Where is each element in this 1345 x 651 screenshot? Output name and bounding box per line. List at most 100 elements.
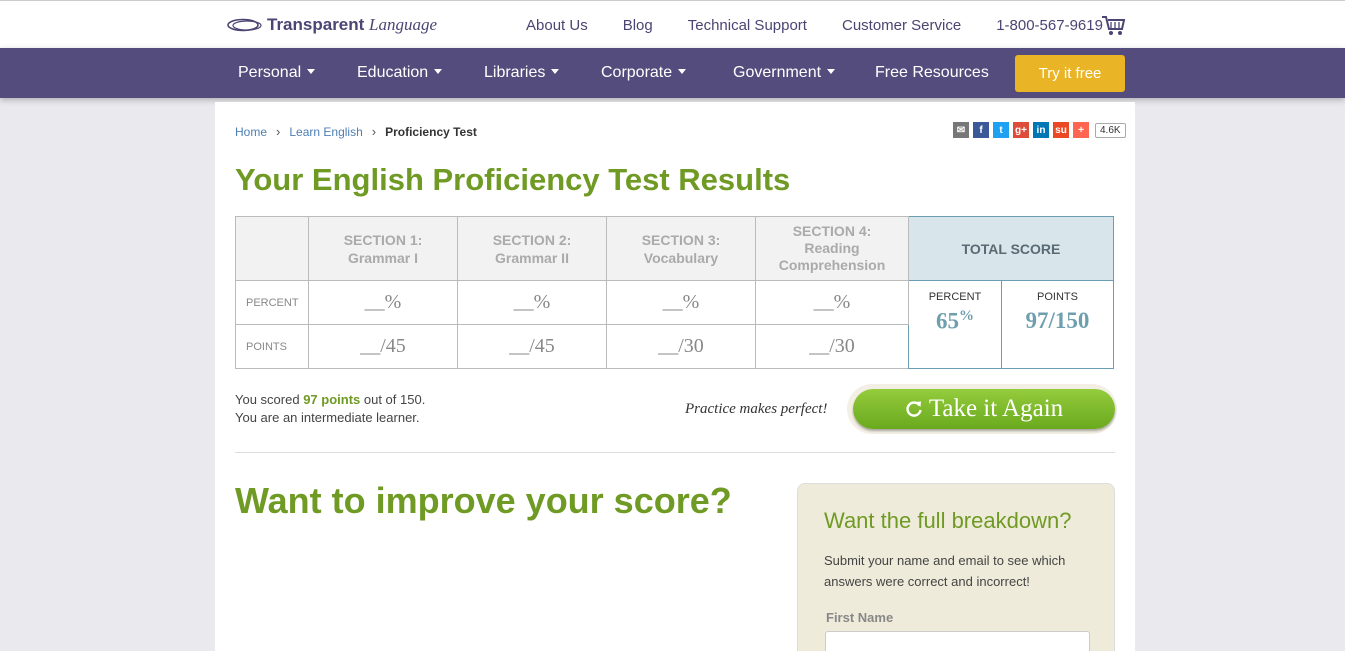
try-it-free-button[interactable]: Try it free: [1015, 55, 1125, 92]
section-4-title: SECTION 4:: [792, 223, 872, 239]
section-2-header: SECTION 2: Grammar II: [457, 216, 607, 281]
breakdown-panel: Want the full breakdown? Submit your nam…: [797, 483, 1115, 651]
more-icon[interactable]: +: [1073, 122, 1089, 138]
section-4-name: Reading: [804, 240, 860, 256]
google-plus-icon[interactable]: g+: [1013, 122, 1029, 138]
first-name-label: First Name: [826, 610, 894, 625]
section-2-percent: __%: [457, 280, 607, 325]
chevron-down-icon: [678, 69, 687, 74]
take-again-label: Take it Again: [928, 395, 1064, 422]
improve-heading: Want to improve your score?: [235, 480, 732, 521]
take-again-wrapper: Take it Again: [847, 384, 1117, 434]
logo-bold: Transparent: [267, 15, 365, 34]
score-points: 97 points: [303, 392, 361, 407]
facebook-icon[interactable]: f: [973, 122, 989, 138]
nav-corporate-label: Corporate: [601, 64, 673, 81]
breadcrumb-separator-icon: ›: [371, 124, 377, 139]
breadcrumb-learn-english[interactable]: Learn English: [289, 125, 362, 139]
refresh-icon: [906, 401, 922, 417]
email-icon[interactable]: ✉: [953, 122, 969, 138]
section-3-points: __/30: [606, 324, 756, 369]
nav-personal[interactable]: Personal: [238, 64, 316, 82]
score-line: You scored 97 points out of 150.: [235, 391, 425, 409]
blog-link[interactable]: Blog: [623, 17, 653, 34]
breadcrumb-home[interactable]: Home: [235, 125, 267, 139]
section-1-title: SECTION 1:: [343, 231, 423, 248]
table-corner: [235, 216, 309, 281]
section-3-title: SECTION 3:: [641, 231, 721, 248]
learner-level: You are an intermediate learner.: [235, 410, 420, 425]
nav-free-resources[interactable]: Free Resources: [875, 64, 989, 82]
section-1-header: SECTION 1: Grammar I: [308, 216, 458, 281]
nav-libraries[interactable]: Libraries: [484, 64, 560, 82]
results-table: SECTION 1: Grammar I SECTION 2: Grammar …: [235, 216, 1114, 369]
phone-link[interactable]: 1-800-567-9619: [996, 17, 1103, 34]
shopping-cart-icon[interactable]: [1101, 15, 1126, 37]
total-percent-value: 65%: [909, 308, 1001, 335]
first-name-field[interactable]: [825, 631, 1090, 651]
nav-education[interactable]: Education: [357, 64, 443, 82]
score-suffix: out of 150.: [360, 392, 426, 407]
section-3-header: SECTION 3: Vocabulary: [606, 216, 756, 281]
breadcrumb-separator-icon: ›: [276, 124, 281, 139]
row-label-percent: PERCENT: [235, 280, 309, 325]
main-content: Home › Learn English › Proficiency Test …: [215, 102, 1135, 651]
linkedin-icon[interactable]: in: [1033, 122, 1049, 138]
practice-text: Practice makes perfect!: [685, 401, 828, 417]
about-us-link[interactable]: About Us: [526, 17, 588, 34]
divider: [235, 452, 1115, 453]
share-bar: ✉ f t g+ in su + 4.6K: [953, 122, 1126, 138]
total-points-value: 97/150: [1025, 308, 1090, 333]
section-2-title: SECTION 2:: [492, 231, 572, 248]
section-2-points: __/45: [457, 324, 607, 369]
section-3-percent: __%: [606, 280, 756, 325]
page-title: Your English Proficiency Test Results: [235, 162, 791, 197]
breakdown-title: Want the full breakdown?: [824, 508, 1072, 533]
nav-corporate[interactable]: Corporate: [601, 64, 687, 82]
section-4-points: __/30: [755, 324, 909, 369]
nav-libraries-label: Libraries: [484, 64, 546, 81]
row-label-points: POINTS: [235, 324, 309, 369]
total-percent-cell: PERCENT 65%: [908, 280, 1002, 369]
breadcrumb: Home › Learn English › Proficiency Test: [235, 124, 477, 139]
logo-italic: Language: [369, 15, 438, 34]
total-percent-number: 65: [936, 308, 959, 334]
total-score-header: TOTAL SCORE: [908, 216, 1114, 281]
logo-text: Transparent Language: [267, 15, 437, 35]
section-1-name: Grammar I: [347, 249, 419, 266]
breakdown-text: Submit your name and email to see which …: [824, 553, 1066, 589]
main-nav: Personal Education Libraries Corporate G…: [0, 48, 1345, 98]
breadcrumb-current: Proficiency Test: [385, 124, 477, 139]
twitter-icon[interactable]: t: [993, 122, 1009, 138]
top-header: Transparent Language About Us Blog Techn…: [0, 0, 1345, 48]
stumbleupon-icon[interactable]: su: [1053, 122, 1069, 138]
nav-personal-label: Personal: [238, 64, 302, 81]
take-again-button[interactable]: Take it Again: [853, 389, 1115, 429]
section-1-percent: __%: [308, 280, 458, 325]
section-4-header: SECTION 4: Reading Comprehension: [755, 216, 909, 281]
share-count: 4.6K: [1095, 122, 1126, 138]
technical-support-link[interactable]: Technical Support: [688, 17, 807, 34]
section-3-name: Vocabulary: [643, 249, 719, 266]
logo-mark-icon: [227, 18, 262, 32]
chevron-down-icon: [307, 69, 316, 74]
total-percent-sign: %: [959, 308, 974, 324]
nav-government[interactable]: Government: [733, 64, 836, 82]
total-percent-label: PERCENT: [928, 291, 982, 303]
section-4-percent: __%: [755, 280, 909, 325]
nav-education-label: Education: [357, 64, 429, 81]
section-4-name-2: Comprehension: [778, 257, 886, 273]
section-2-name: Grammar II: [495, 249, 569, 266]
total-points-label: POINTS: [1037, 291, 1078, 303]
chevron-down-icon: [434, 69, 443, 74]
total-points-cell: POINTS 97/150: [1001, 280, 1114, 369]
score-prefix: You scored: [235, 392, 304, 407]
nav-government-label: Government: [733, 64, 822, 81]
score-summary: You scored 97 points out of 150. You are…: [235, 391, 425, 427]
chevron-down-icon: [551, 69, 560, 74]
chevron-down-icon: [827, 69, 836, 74]
top-links: About Us Blog Technical Support Customer…: [526, 17, 1123, 34]
section-1-points: __/45: [308, 324, 458, 369]
customer-service-link[interactable]: Customer Service: [842, 17, 961, 34]
logo[interactable]: Transparent Language: [227, 14, 437, 36]
